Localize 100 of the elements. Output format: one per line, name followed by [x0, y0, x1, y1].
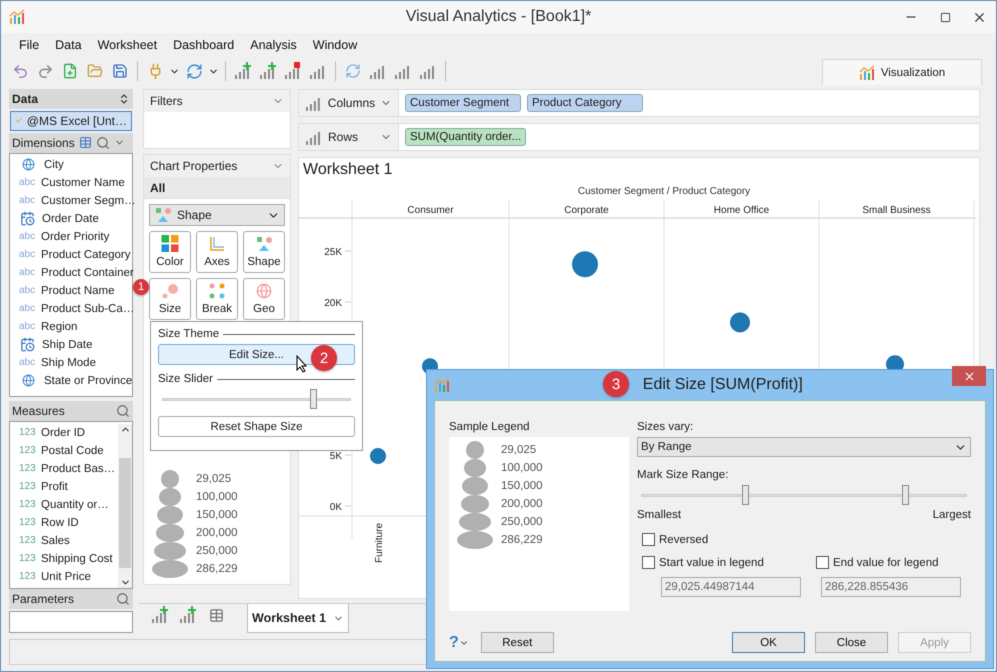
field-item[interactable]: abc Product Name	[10, 282, 136, 300]
sheet-tab[interactable]: Worksheet 1	[247, 604, 349, 633]
menu-item[interactable]: Window	[304, 38, 366, 52]
type-tag: abc	[19, 195, 37, 206]
field-item[interactable]: 123 Sales	[10, 532, 118, 550]
type-tag: 123	[19, 499, 37, 510]
field-item[interactable]: abc Customer Segm…	[10, 192, 136, 210]
add-chart-button[interactable]	[232, 60, 254, 82]
end-value-checkbox[interactable]: End value for legend	[811, 556, 971, 569]
field-item[interactable]: Ship Date	[10, 336, 136, 354]
field-item[interactable]: 123 Profit	[10, 478, 118, 496]
add-grid-button[interactable]	[257, 60, 279, 82]
field-item[interactable]: 123 Unit Price	[10, 568, 118, 586]
legend-label: 200,000	[196, 527, 238, 539]
pointer-icon	[296, 355, 308, 373]
slider-handle[interactable]	[310, 389, 318, 409]
field-item[interactable]: abc Customer Name	[10, 174, 136, 192]
field-item[interactable]: 123 Row ID	[10, 514, 118, 532]
axis-label: Furniture	[374, 522, 385, 563]
reversed-checkbox[interactable]: Reversed	[637, 533, 797, 546]
data-source-item[interactable]: @MS Excel [Unt…	[10, 110, 132, 131]
field-item[interactable]: 123 Quantity or…	[10, 496, 118, 514]
sizes-vary-select[interactable]: By Range	[637, 437, 971, 457]
menu-item[interactable]: Data	[47, 38, 90, 52]
new-worksheet-button[interactable]	[149, 604, 171, 626]
legend-label: 150,000	[501, 480, 543, 492]
axes-icon	[209, 236, 225, 252]
close-button[interactable]	[952, 366, 986, 386]
section-title: Dimensions	[12, 136, 75, 150]
slider-handle[interactable]	[902, 485, 910, 505]
property-button[interactable]: Geo	[243, 278, 285, 320]
field-item[interactable]: 123 Order ID	[10, 424, 118, 442]
type-tag: abc	[19, 303, 37, 314]
menu-item[interactable]: Dashboard	[165, 38, 242, 52]
property-button[interactable]: Color	[149, 231, 191, 273]
menu-item[interactable]: File	[11, 38, 48, 52]
reset-button[interactable]: Reset	[480, 632, 554, 653]
legend-label: 250,000	[501, 516, 543, 528]
bar-chart-plus-icon	[259, 62, 277, 80]
legend-shape	[157, 506, 183, 524]
legend-title: Sample Legend	[449, 421, 531, 433]
legend-label: 250,000	[196, 545, 238, 557]
field-pill[interactable]: SUM(Quantity order...	[405, 128, 526, 146]
property-button[interactable]: Shape	[243, 231, 285, 273]
field-item[interactable]: abc Ship Mode	[10, 354, 136, 372]
calendar-icon	[20, 211, 35, 226]
new-dashboard-button[interactable]	[177, 604, 199, 626]
data-point	[730, 312, 750, 332]
parameter-field[interactable]	[9, 611, 133, 633]
start-value-checkbox[interactable]: Start value in legend	[637, 556, 797, 569]
search-icon[interactable]	[116, 404, 130, 418]
field-item[interactable]: 123 Postal Code	[10, 442, 118, 460]
field-pill[interactable]: Product Category	[527, 94, 643, 112]
table-icon[interactable]	[78, 136, 92, 150]
type-tag: abc	[19, 249, 37, 260]
sort-icon[interactable]	[118, 92, 130, 105]
new-file-icon	[62, 63, 78, 79]
close-button[interactable]: Close	[815, 632, 888, 653]
type-tag: 123	[19, 427, 37, 438]
help-button[interactable]: ?	[449, 634, 469, 652]
property-button[interactable]: Size	[149, 278, 191, 320]
field-item[interactable]: abc Order Priority	[10, 228, 136, 246]
property-button[interactable]: Break	[196, 278, 238, 320]
field-item[interactable]: State or Province	[10, 372, 136, 390]
field-item[interactable]: 123 Product Bas…	[10, 460, 118, 478]
field-pill[interactable]: Customer Segment	[405, 94, 521, 112]
bar-chart-remove-icon	[284, 62, 302, 80]
menu-item[interactable]: Analysis	[242, 38, 305, 52]
axis-tick-label: 0K	[330, 502, 342, 513]
field-item[interactable]: Order Date	[10, 210, 136, 228]
field-item[interactable]: 123 Shipping Cost	[10, 550, 118, 568]
group-title: Size Slider	[158, 373, 213, 385]
legend-shape	[161, 470, 179, 488]
scale-label: Smallest	[637, 509, 682, 521]
search-icon[interactable]	[96, 136, 110, 150]
mark-type-dropdown[interactable]: Shape	[149, 204, 285, 226]
field-item[interactable]: City	[10, 156, 136, 174]
reset-shape-size-button[interactable]: Reset Shape Size	[158, 416, 355, 437]
scrollbar[interactable]	[118, 424, 132, 588]
legend-shape	[460, 495, 490, 513]
column-header: Home Office	[714, 205, 770, 216]
visualization-tab[interactable]: Visualization	[822, 59, 982, 85]
globe-icon	[22, 158, 35, 172]
size-range-slider[interactable]	[641, 485, 967, 505]
field-item[interactable]: abc Region	[10, 318, 136, 336]
ok-button[interactable]: OK	[732, 632, 805, 653]
slider-handle[interactable]	[742, 485, 750, 505]
menu-item[interactable]: Worksheet	[90, 38, 166, 52]
field-item[interactable]: abc Product Sub-Ca…	[10, 300, 136, 318]
shapes-icon	[154, 207, 172, 223]
property-button[interactable]: Axes	[196, 231, 238, 273]
search-icon[interactable]	[116, 592, 130, 606]
legend-shape	[464, 459, 486, 477]
redo-icon	[36, 62, 54, 80]
legend-label: 286,229	[501, 534, 543, 546]
type-tag: abc	[19, 285, 37, 296]
size-slider[interactable]	[162, 389, 351, 409]
field-item[interactable]: abc Product Container	[10, 264, 136, 282]
data-point	[370, 448, 386, 464]
field-item[interactable]: abc Product Category	[10, 246, 136, 264]
